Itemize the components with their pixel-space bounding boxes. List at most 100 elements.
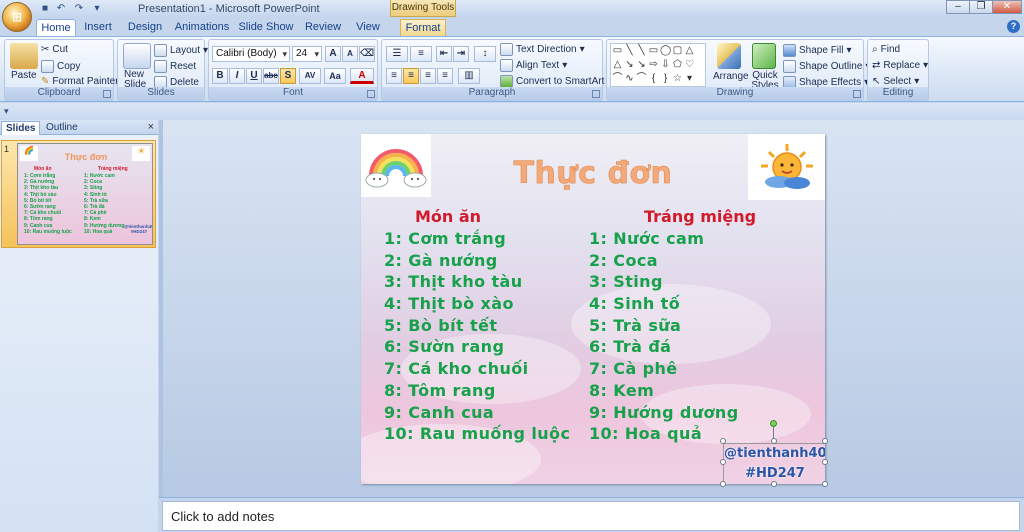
font-color-icon[interactable]: A bbox=[350, 68, 374, 84]
left-menu-list[interactable]: 1: Cơm trắng 2: Gà nướng 3: Thịt kho tàu 4:… bbox=[384, 229, 570, 446]
align-center-icon[interactable]: ≡ bbox=[403, 68, 419, 84]
align-left-icon[interactable]: ≡ bbox=[386, 68, 402, 84]
resize-handle-br[interactable] bbox=[822, 481, 828, 487]
resize-handle-l[interactable] bbox=[720, 459, 726, 465]
tab-view[interactable]: View bbox=[352, 19, 384, 36]
tab-animations[interactable]: Animations bbox=[174, 19, 230, 36]
resize-handle-bl[interactable] bbox=[720, 481, 726, 487]
shape-curve-icon[interactable]: ⌒ bbox=[612, 73, 623, 84]
shape-elbow-icon[interactable]: ↘ bbox=[624, 59, 635, 70]
text-shadow-button[interactable]: S bbox=[280, 68, 296, 84]
change-case-button[interactable]: Aa bbox=[324, 68, 346, 84]
align-right-icon[interactable]: ≡ bbox=[420, 68, 436, 84]
find-button[interactable]: ⌕ Find bbox=[872, 44, 900, 55]
font-size-combo[interactable]: 24 bbox=[292, 46, 322, 62]
bullets-icon[interactable]: ☰ bbox=[386, 46, 408, 62]
right-column-heading[interactable]: Tráng miệng bbox=[644, 207, 756, 226]
undo-icon[interactable]: ↶ bbox=[54, 2, 68, 15]
bold-button[interactable]: B bbox=[212, 68, 228, 84]
shape-rectangle-icon[interactable]: ▭ bbox=[612, 45, 623, 56]
restore-button[interactable]: ❐ bbox=[969, 0, 993, 14]
paste-button[interactable]: Paste bbox=[11, 70, 37, 81]
shape-pentagon-icon[interactable]: ⬠ bbox=[672, 59, 683, 70]
shape-triangle-icon[interactable]: △ bbox=[684, 45, 695, 56]
resize-handle-tr[interactable] bbox=[822, 438, 828, 444]
shape-arrow-down-icon[interactable]: ⇩ bbox=[660, 59, 671, 70]
paste-icon[interactable] bbox=[10, 43, 38, 69]
tab-design[interactable]: Design bbox=[126, 19, 164, 36]
office-button[interactable]: ⊞ bbox=[2, 2, 32, 32]
copy-button[interactable]: Copy bbox=[41, 60, 80, 73]
pane-splitter[interactable] bbox=[159, 120, 163, 497]
tab-review[interactable]: Review bbox=[302, 19, 344, 36]
shape-outline-button[interactable]: Shape Outline▾ bbox=[783, 60, 870, 73]
notes-input[interactable]: Click to add notes bbox=[162, 501, 1020, 531]
shape-line-icon[interactable]: ╲ bbox=[624, 45, 635, 56]
shape-rect2-icon[interactable]: ▭ bbox=[648, 45, 659, 56]
shape-arrow-right-icon[interactable]: ⇨ bbox=[648, 59, 659, 70]
shape-brace-right-icon[interactable]: } bbox=[660, 73, 671, 84]
shapes-gallery[interactable]: ▭ ╲ ╲ ▭ ◯ ▢ △ △ ↘ ↘ ⇨ ⇩ ⬠ ♡ ⌒ ∿ ⌒ { } ☆ bbox=[610, 43, 706, 87]
layout-button[interactable]: Layout ▾ bbox=[154, 44, 208, 57]
clear-formatting-icon[interactable]: ⌫ bbox=[359, 46, 375, 62]
minimize-button[interactable]: – bbox=[946, 0, 970, 14]
font-name-combo[interactable]: Calibri (Body) bbox=[212, 46, 290, 62]
drawing-launcher-icon[interactable] bbox=[853, 90, 861, 98]
resize-handle-tl[interactable] bbox=[720, 438, 726, 444]
strikethrough-button[interactable]: abc bbox=[263, 68, 279, 84]
justify-icon[interactable]: ≡ bbox=[437, 68, 453, 84]
quick-styles-icon[interactable] bbox=[752, 43, 776, 69]
left-column-heading[interactable]: Món ăn bbox=[415, 207, 481, 226]
shape-rounded-rect-icon[interactable]: ▢ bbox=[672, 45, 683, 56]
underline-button[interactable]: U bbox=[246, 68, 262, 84]
tab-home[interactable]: Home bbox=[36, 19, 76, 36]
replace-button[interactable]: ⇄ Replace ▾ bbox=[872, 60, 928, 71]
rotation-handle[interactable] bbox=[770, 420, 777, 427]
align-text-button[interactable]: Align Text ▾ bbox=[500, 59, 567, 72]
new-slide-icon[interactable] bbox=[123, 43, 151, 69]
tab-outline[interactable]: Outline bbox=[42, 121, 82, 135]
resize-handle-r[interactable] bbox=[822, 459, 828, 465]
format-painter-button[interactable]: ✎ Format Painter bbox=[41, 76, 119, 87]
tab-slide-show[interactable]: Slide Show bbox=[238, 19, 294, 36]
text-direction-button[interactable]: Text Direction ▾ bbox=[500, 43, 585, 56]
credit-textbox[interactable]: @tienthanh40 #HD247 bbox=[723, 443, 825, 484]
resize-handle-b[interactable] bbox=[771, 481, 777, 487]
clipboard-launcher-icon[interactable] bbox=[103, 90, 111, 98]
tab-insert[interactable]: Insert bbox=[80, 19, 116, 36]
cut-button[interactable]: ✂ Cut bbox=[41, 44, 68, 55]
resize-handle-t[interactable] bbox=[771, 438, 777, 444]
font-launcher-icon[interactable] bbox=[367, 90, 375, 98]
shape-triangle2-icon[interactable]: △ bbox=[612, 59, 623, 70]
grow-font-icon[interactable]: A bbox=[325, 46, 341, 62]
paragraph-launcher-icon[interactable] bbox=[592, 90, 600, 98]
numbering-icon[interactable]: ≡ bbox=[410, 46, 432, 62]
reset-button[interactable]: Reset bbox=[154, 60, 196, 73]
shape-fill-button[interactable]: Shape Fill ▾ bbox=[783, 44, 852, 57]
close-pane-icon[interactable]: × bbox=[148, 121, 154, 133]
slide-thumbnail[interactable]: Thực đơn Món ăn Tráng miệng 1: Cơm trắng… bbox=[17, 143, 153, 245]
shrink-font-icon[interactable]: A bbox=[342, 46, 358, 62]
arrange-icon[interactable] bbox=[717, 43, 741, 69]
tab-format[interactable]: Format bbox=[400, 19, 446, 36]
character-spacing-button[interactable]: AV bbox=[299, 68, 321, 84]
shape-star-icon[interactable]: ☆ bbox=[672, 73, 683, 84]
decrease-indent-icon[interactable]: ⇤ bbox=[436, 46, 452, 62]
italic-button[interactable]: I bbox=[229, 68, 245, 84]
shape-freeform-icon[interactable]: ∿ bbox=[624, 73, 635, 84]
shape-arc-icon[interactable]: ⌒ bbox=[636, 73, 647, 84]
help-icon[interactable]: ? bbox=[1007, 20, 1020, 33]
shape-heart-icon[interactable]: ♡ bbox=[684, 59, 695, 70]
tab-slides[interactable]: Slides bbox=[1, 121, 41, 135]
shape-gallery-more-icon[interactable]: ▾ bbox=[684, 73, 695, 84]
columns-icon[interactable]: ▥ bbox=[458, 68, 480, 84]
close-button[interactable]: ✕ bbox=[992, 0, 1022, 14]
slide-canvas[interactable]: Thực đơn Món ăn Tráng miệng 1: Cơm trắng… bbox=[361, 134, 825, 484]
customize-qat-icon[interactable]: ▾ bbox=[90, 2, 104, 15]
shape-brace-left-icon[interactable]: { bbox=[648, 73, 659, 84]
redo-icon[interactable]: ↷ bbox=[72, 2, 86, 15]
select-button[interactable]: ↖ Select ▾ bbox=[872, 76, 919, 87]
right-menu-list[interactable]: 1: Nước cam 2: Coca 3: Sting 4: Sinh tố 5: T… bbox=[589, 229, 739, 446]
slide-title[interactable]: Thực đơn bbox=[361, 156, 825, 192]
shape-line2-icon[interactable]: ╲ bbox=[636, 45, 647, 56]
